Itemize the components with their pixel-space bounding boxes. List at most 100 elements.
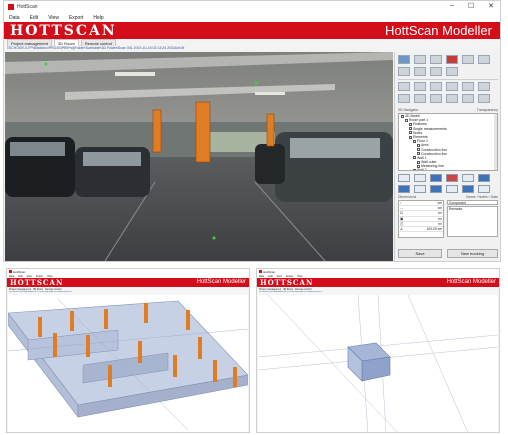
menu-export[interactable]: Export [69, 15, 83, 21]
panorama-icon[interactable] [430, 185, 442, 193]
point-tool-icon[interactable] [430, 67, 442, 76]
component-field[interactable]: Component [447, 200, 498, 205]
text-icon[interactable] [478, 185, 490, 193]
slope-shape-icon[interactable] [446, 94, 458, 103]
tree-scrollbar[interactable] [494, 114, 497, 170]
maximize-button[interactable]: ☐ [468, 2, 474, 10]
close-button[interactable]: ✕ [488, 2, 494, 10]
thumbnail-3d-model: HottScan Data Edit View Export Help HOTT… [6, 268, 250, 433]
tree-checkbox[interactable] [413, 169, 416, 170]
door-shape-icon[interactable] [398, 94, 410, 103]
panorama-viewport[interactable] [5, 52, 393, 261]
menu-help[interactable]: Help [93, 15, 103, 21]
tree-checkbox[interactable] [417, 160, 420, 164]
garage-model [7, 298, 249, 431]
app-icon [259, 270, 262, 273]
column-shape-icon[interactable] [462, 94, 474, 103]
box-front [361, 356, 391, 382]
thumb-brand-logo: HOTTSCAN [10, 278, 64, 287]
tree-checkbox[interactable] [409, 135, 412, 139]
model-viewport[interactable] [257, 294, 499, 432]
zoom-icon[interactable] [446, 185, 458, 193]
menu-edit[interactable]: Edit [30, 15, 39, 21]
new-booking-button[interactable]: New booking [447, 249, 498, 258]
minimize-button[interactable]: – [450, 2, 454, 10]
remarks-field[interactable]: Remarks [447, 206, 498, 237]
brand-logo-text: HOTTSCAN [10, 23, 117, 39]
tree-checkbox[interactable] [417, 164, 420, 168]
tree-checkbox[interactable] [417, 148, 420, 152]
rect-shape-icon[interactable] [398, 82, 410, 91]
export-tool-icon[interactable] [478, 55, 490, 64]
dimension-icon: ∠ [400, 226, 403, 231]
wall-shape-icon[interactable] [430, 82, 442, 91]
copy-icon[interactable] [462, 174, 474, 182]
thumb-banner: HOTTSCAN HottScan Modeller [7, 278, 249, 287]
tab-3d-room[interactable]: 3D Room [53, 39, 79, 46]
undo-icon[interactable] [398, 174, 410, 182]
model-viewport[interactable] [7, 295, 249, 432]
tree-checkbox[interactable] [409, 127, 412, 131]
column [138, 341, 142, 363]
roof-shape-icon[interactable] [446, 82, 458, 91]
layout-tool-icon[interactable] [430, 55, 442, 64]
banner-title: HottScan Modeller [385, 23, 492, 38]
tree-item[interactable]: Wall 2 [399, 168, 497, 170]
tab-strip: Project management 3D Room Remote contro… [4, 39, 500, 46]
model-tree: 3D Model Room part 1 Features Single measur… [398, 113, 498, 171]
ellipse-shape-icon[interactable] [478, 82, 490, 91]
tree-checkbox[interactable] [409, 122, 412, 126]
model-icon[interactable] [462, 185, 474, 193]
stair-shape-icon[interactable] [430, 94, 442, 103]
render-icon[interactable] [478, 174, 490, 182]
menu-data[interactable]: Data [9, 15, 20, 21]
brand-logo: HOTTSCAN [10, 23, 117, 40]
box-shape-icon[interactable] [414, 82, 426, 91]
properties-section: Dimensions Name / Notes / Date ↕ cm ↔ cm ⊡ m²… [398, 195, 498, 240]
notes-area: Component Remarks [447, 200, 498, 238]
view-tool-icon[interactable] [398, 55, 410, 64]
scan-marker [44, 62, 48, 66]
line-tool-icon[interactable] [414, 67, 426, 76]
beam-shape-icon[interactable] [478, 94, 490, 103]
app-icon [8, 4, 14, 10]
car-window [290, 138, 380, 158]
tree-checkbox[interactable] [417, 152, 420, 156]
guide-line [407, 294, 468, 432]
dimension-row[interactable]: ∠ 100.00 cm [399, 226, 443, 233]
menu-view[interactable]: View [48, 15, 59, 21]
dimension-icon: ◫ [400, 221, 404, 226]
delete-icon[interactable] [446, 174, 458, 182]
column [186, 310, 190, 330]
thumb-path: \\SCHOSR-0-FP\Blackbox\PROJ\OPB\Proj\Fol… [9, 291, 72, 293]
tree-checkbox[interactable] [409, 131, 412, 135]
fit-view-icon[interactable] [414, 185, 426, 193]
tree-checkbox[interactable] [413, 156, 416, 160]
triangle-shape-icon[interactable] [462, 82, 474, 91]
window-shape-icon[interactable] [414, 94, 426, 103]
settings-tool-icon[interactable] [462, 55, 474, 64]
tab-project-management[interactable]: Project management [7, 39, 52, 46]
title-bar: HottScan – ☐ ✕ [4, 1, 500, 13]
dimension-value: cm [437, 201, 442, 205]
column [86, 335, 90, 357]
split-view-icon[interactable] [398, 185, 410, 193]
tab-remote-control[interactable]: Remote control [80, 39, 116, 46]
save-button[interactable]: Save [398, 249, 442, 258]
column [144, 303, 148, 323]
grid-tool-icon[interactable] [414, 55, 426, 64]
car [255, 144, 285, 184]
column-marker [152, 109, 162, 153]
camera-icon[interactable] [430, 174, 442, 182]
measure-tool-icon[interactable] [398, 67, 410, 76]
room-box-model [257, 294, 499, 432]
tree-checkbox[interactable] [405, 118, 408, 122]
tree-checkbox[interactable] [413, 139, 416, 143]
tree-checkbox[interactable] [401, 114, 404, 118]
tree-checkbox[interactable] [417, 143, 420, 147]
record-tool-icon[interactable] [446, 55, 458, 64]
edit-tool-icon[interactable] [446, 67, 458, 76]
redo-icon[interactable] [414, 174, 426, 182]
column-marker [266, 113, 275, 147]
car-window [83, 152, 141, 166]
